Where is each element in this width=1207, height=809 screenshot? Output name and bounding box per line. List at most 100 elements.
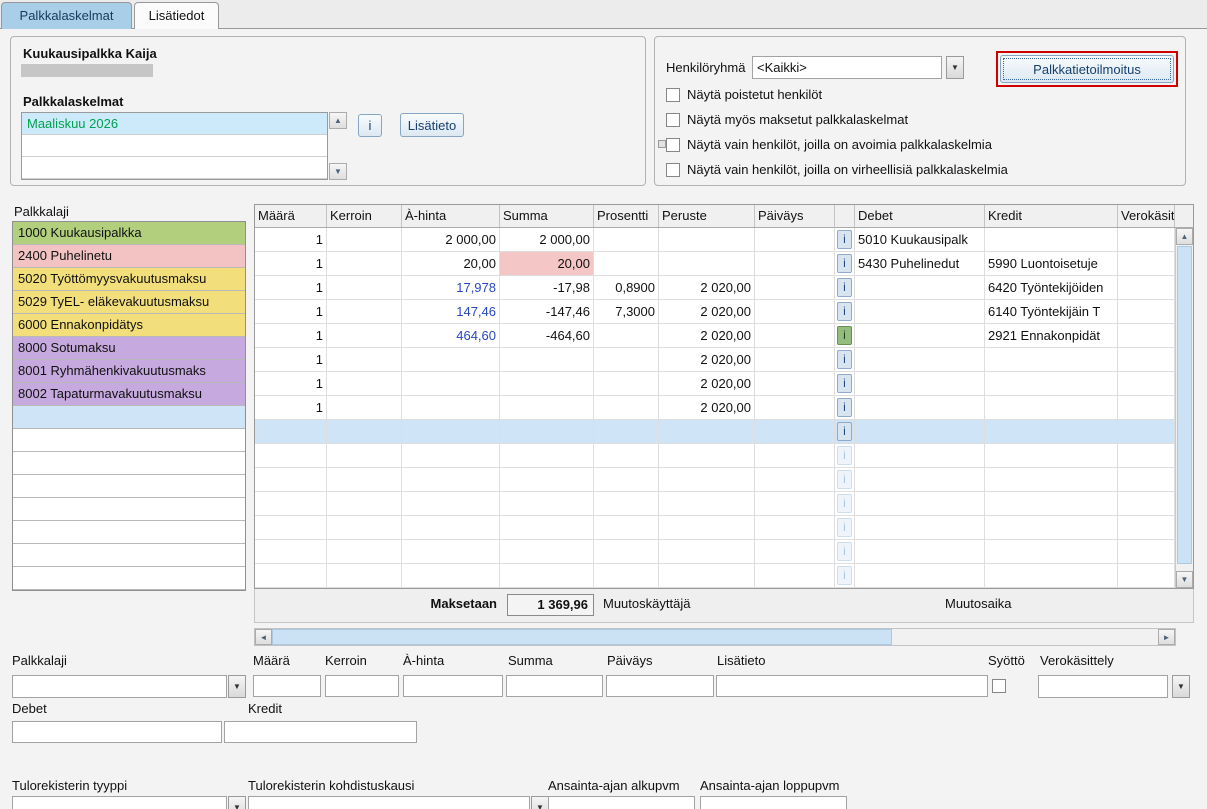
paytype-row[interactable] — [13, 475, 245, 498]
grid-cell-maara[interactable] — [255, 420, 327, 444]
grid-cell-ahinta[interactable] — [402, 468, 500, 492]
paytype-row[interactable]: 8002 Tapaturmavakuutusmaksu — [13, 383, 245, 406]
grid-cell-maara[interactable]: 1 — [255, 396, 327, 420]
grid-cell-kerroin[interactable] — [327, 300, 402, 324]
grid-row[interactable]: 1 17,978 -17,98 0,8900 2 020,00 i 6420 Työntek… — [255, 276, 1175, 300]
grid-cell-kerroin[interactable] — [327, 444, 402, 468]
grid-cell-ahinta[interactable]: 2 000,00 — [402, 228, 500, 252]
palkkatietoilmoitus-button[interactable]: Palkkatietoilmoitus — [1000, 55, 1174, 83]
row-info-button[interactable]: i — [837, 230, 852, 249]
grid-vertical-scrollbar[interactable] — [1175, 228, 1193, 588]
grid-cell-paivays[interactable] — [755, 228, 835, 252]
paytype-row[interactable] — [13, 567, 245, 590]
person-group-combobox[interactable]: <Kaikki> — [752, 56, 967, 79]
grid-cell-kerroin[interactable] — [327, 516, 402, 540]
tab-palkkalaskelmat[interactable]: Palkkalaskelmat — [1, 2, 132, 29]
paytype-row[interactable] — [13, 429, 245, 452]
entry-syotto-checkbox[interactable] — [992, 679, 1006, 693]
grid-cell-kerroin[interactable] — [327, 396, 402, 420]
grid-cell-paivays[interactable] — [755, 468, 835, 492]
grid-cell-kerroin[interactable] — [327, 540, 402, 564]
grid-cell-peruste[interactable] — [659, 540, 755, 564]
grid-cell-maara[interactable]: 1 — [255, 300, 327, 324]
grid-cell-maara[interactable]: 1 — [255, 228, 327, 252]
scroll-down-icon[interactable] — [1176, 571, 1193, 588]
horizontal-scroll-thumb[interactable] — [272, 629, 892, 645]
grid-cell-ahinta[interactable] — [402, 396, 500, 420]
lisatieto-button[interactable]: Lisätieto — [400, 113, 464, 137]
grid-cell-paivays[interactable] — [755, 348, 835, 372]
grid-cell-prosentti[interactable] — [594, 228, 659, 252]
grid-cell-ahinta[interactable] — [402, 492, 500, 516]
grid-cell-maara[interactable] — [255, 468, 327, 492]
grid-cell-verokasittely[interactable] — [1118, 516, 1175, 540]
grid-cell-ahinta[interactable]: 147,46 — [402, 300, 500, 324]
grid-cell-kerroin[interactable] — [327, 276, 402, 300]
grid-cell-peruste[interactable]: 2 020,00 — [659, 276, 755, 300]
grid-cell-debet[interactable] — [855, 564, 985, 588]
paytype-row[interactable]: 8000 Sotumaksu — [13, 337, 245, 360]
grid-cell-kerroin[interactable] — [327, 228, 402, 252]
grid-cell-summa[interactable] — [500, 396, 594, 420]
grid-cell-peruste[interactable] — [659, 252, 755, 276]
entry-kerroin-input[interactable] — [325, 675, 399, 697]
entry-debet-input[interactable] — [12, 721, 222, 743]
grid-cell-maara[interactable]: 1 — [255, 252, 327, 276]
grid-cell-summa[interactable]: -147,46 — [500, 300, 594, 324]
chevron-down-icon[interactable] — [531, 796, 549, 809]
grid-cell-maara[interactable] — [255, 492, 327, 516]
grid-cell-debet[interactable] — [855, 540, 985, 564]
entry-loppupvm-input[interactable] — [700, 796, 847, 809]
grid-cell-peruste[interactable] — [659, 564, 755, 588]
grid-cell-summa[interactable] — [500, 372, 594, 396]
payslip-info-button[interactable]: i — [358, 114, 382, 137]
vertical-scroll-thumb[interactable] — [1177, 246, 1192, 564]
grid-cell-paivays[interactable] — [755, 300, 835, 324]
grid-cell-debet[interactable] — [855, 492, 985, 516]
grid-cell-peruste[interactable] — [659, 444, 755, 468]
grid-row[interactable]: i — [255, 564, 1175, 588]
paytype-row[interactable]: 5020 Työttömyysvakuutusmaksu — [13, 268, 245, 291]
grid-cell-ahinta[interactable]: 17,978 — [402, 276, 500, 300]
chevron-down-icon[interactable] — [228, 675, 246, 698]
grid-cell-paivays[interactable] — [755, 444, 835, 468]
grid-cell-ahinta[interactable] — [402, 564, 500, 588]
grid-cell-verokasittely[interactable] — [1118, 228, 1175, 252]
grid-cell-prosentti[interactable] — [594, 468, 659, 492]
paytype-row[interactable]: 2400 Puhelinetu — [13, 245, 245, 268]
grid-cell-maara[interactable]: 1 — [255, 372, 327, 396]
grid-cell-debet[interactable]: 5430 Puhelinedut — [855, 252, 985, 276]
grid-cell-prosentti[interactable]: 7,3000 — [594, 300, 659, 324]
grid-cell-summa[interactable] — [500, 540, 594, 564]
grid-cell-peruste[interactable]: 2 020,00 — [659, 396, 755, 420]
grid-row[interactable]: 1 2 000,00 2 000,00 i 5010 Kuukausipalk — [255, 228, 1175, 252]
grid-cell-kredit[interactable]: 2921 Ennakonpidät — [985, 324, 1118, 348]
row-info-button[interactable]: i — [837, 302, 852, 321]
grid-cell-kerroin[interactable] — [327, 324, 402, 348]
grid-cell-kerroin[interactable] — [327, 564, 402, 588]
grid-cell-debet[interactable] — [855, 420, 985, 444]
grid-cell-verokasittely[interactable] — [1118, 300, 1175, 324]
entry-paivays-input[interactable] — [606, 675, 714, 697]
grid-cell-verokasittely[interactable] — [1118, 348, 1175, 372]
grid-cell-kerroin[interactable] — [327, 420, 402, 444]
entry-verokasittely-combobox[interactable] — [1038, 675, 1191, 698]
grid-cell-maara[interactable]: 1 — [255, 348, 327, 372]
grid-cell-debet[interactable] — [855, 444, 985, 468]
entry-tulorekisterin-tyyppi-combobox[interactable] — [12, 796, 246, 809]
grid-cell-verokasittely[interactable] — [1118, 444, 1175, 468]
entry-ahinta-input[interactable] — [403, 675, 503, 697]
grid-cell-prosentti[interactable] — [594, 540, 659, 564]
grid-row[interactable]: 1 2 020,00 i — [255, 348, 1175, 372]
grid-cell-ahinta[interactable] — [402, 516, 500, 540]
grid-cell-paivays[interactable] — [755, 540, 835, 564]
payslip-row[interactable] — [22, 157, 327, 179]
grid-cell-maara[interactable] — [255, 540, 327, 564]
grid-cell-summa[interactable] — [500, 348, 594, 372]
grid-cell-summa[interactable]: -17,98 — [500, 276, 594, 300]
grid-cell-debet[interactable]: 5010 Kuukausipalk — [855, 228, 985, 252]
grid-cell-summa[interactable] — [500, 444, 594, 468]
grid-cell-prosentti[interactable] — [594, 396, 659, 420]
entry-palkkalaji-combobox[interactable] — [12, 675, 246, 698]
grid-cell-summa[interactable]: -464,60 — [500, 324, 594, 348]
